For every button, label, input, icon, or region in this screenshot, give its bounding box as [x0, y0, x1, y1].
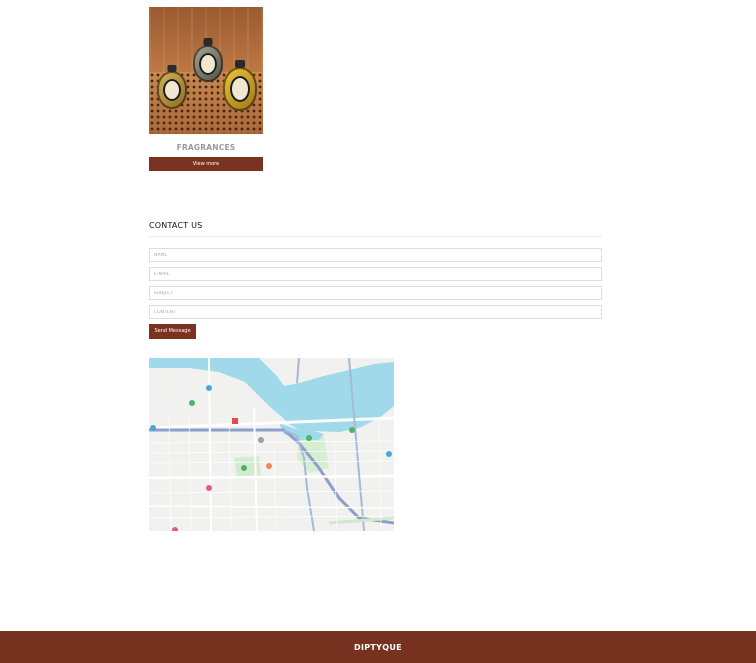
perfume-bottle-right [223, 60, 257, 111]
fragrance-product-image[interactable] [149, 7, 263, 134]
contact-title: CONTACT US [149, 221, 203, 230]
subject-field[interactable] [149, 286, 602, 300]
footer-brand: DIPTYQUE [354, 642, 402, 652]
product-card: FRAGRANCES View more [149, 7, 263, 171]
footer: DIPTYQUE [0, 631, 756, 663]
email-field[interactable] [149, 267, 602, 281]
view-more-button[interactable]: View more [149, 157, 263, 171]
location-map[interactable] [149, 358, 394, 531]
contact-section: CONTACT US Send Message [149, 221, 602, 339]
name-field[interactable] [149, 248, 602, 262]
map-graphic [149, 358, 394, 531]
divider [149, 236, 602, 237]
perfume-bottle-center [193, 38, 223, 82]
perfume-bottle-left [157, 65, 187, 109]
product-title: FRAGRANCES [176, 143, 236, 152]
content-field[interactable] [149, 305, 602, 319]
send-message-button[interactable]: Send Message [149, 324, 196, 339]
